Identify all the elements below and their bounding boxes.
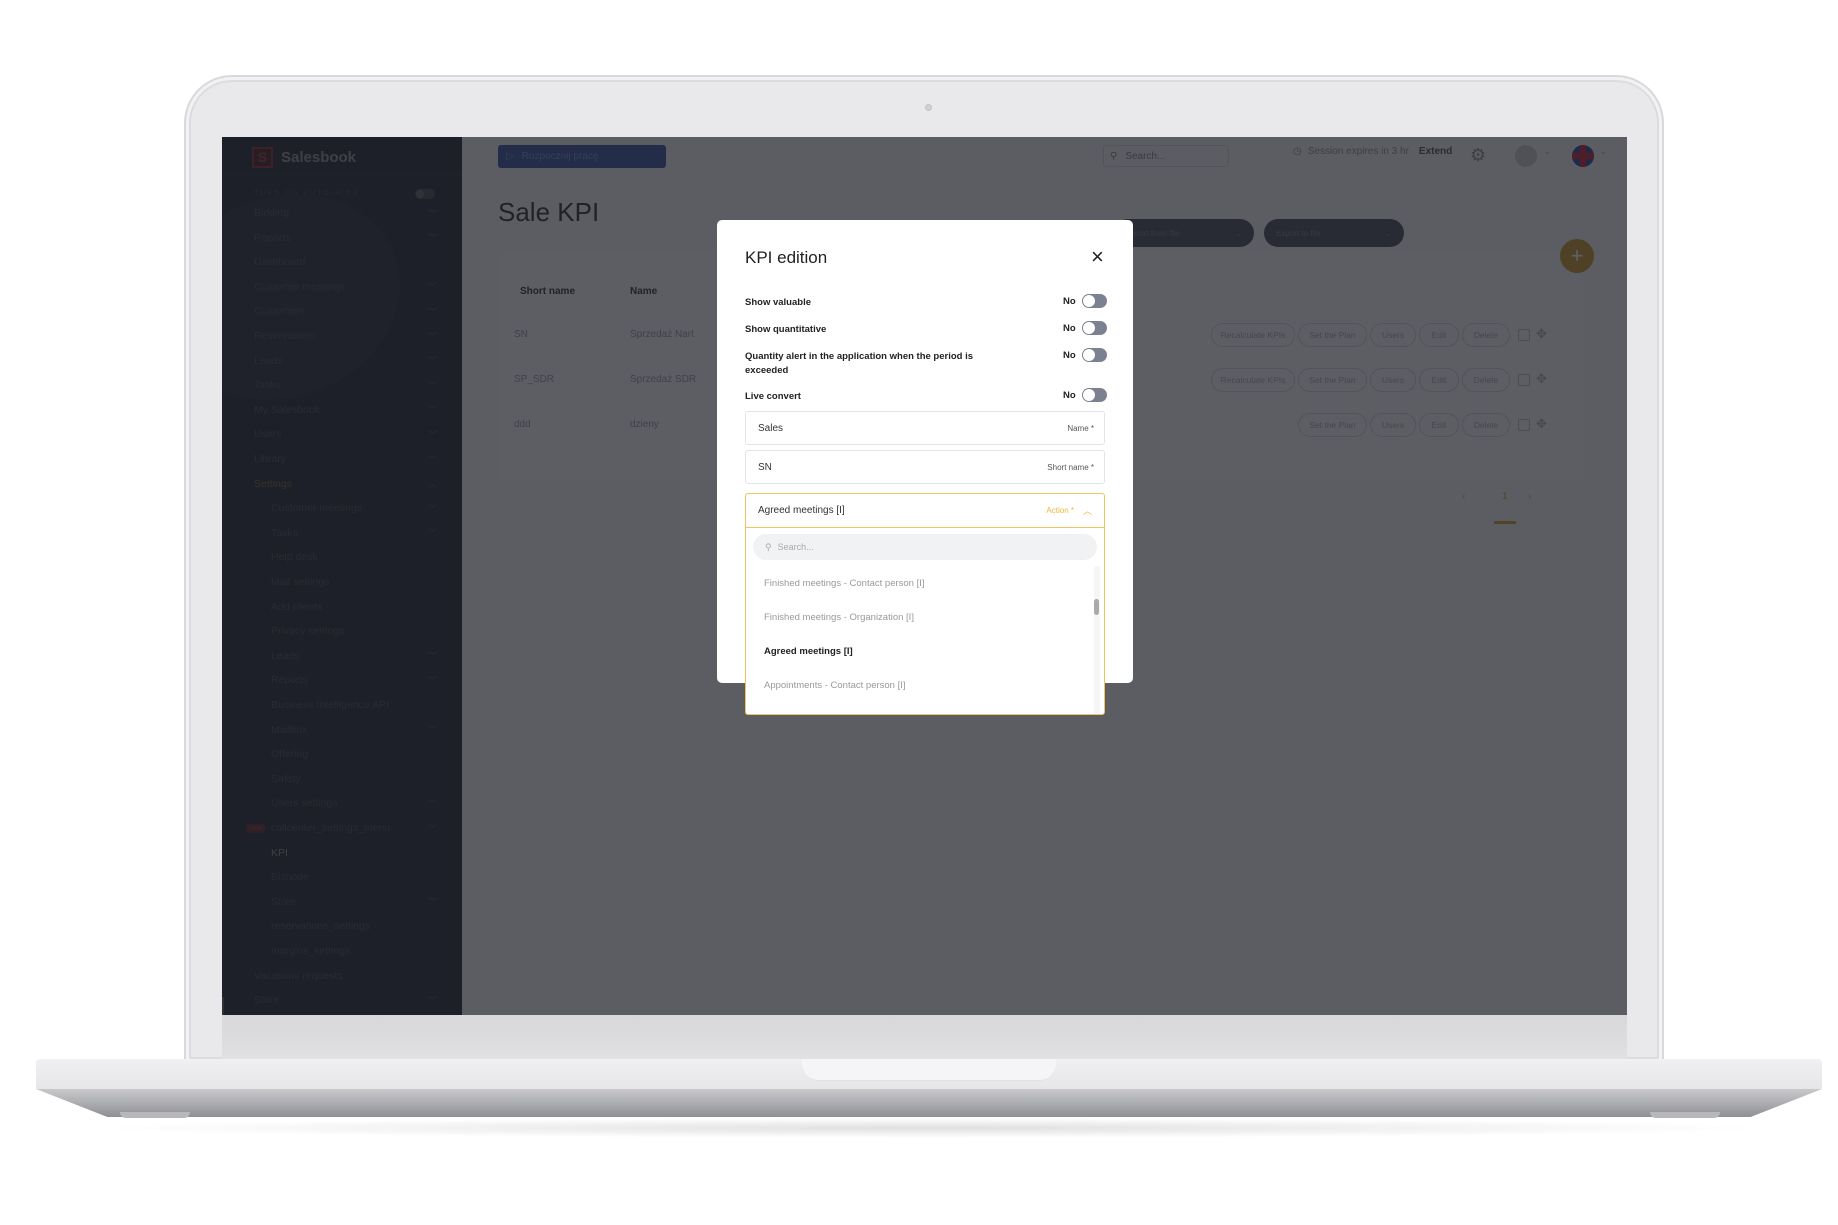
laptop-notch	[802, 1059, 1056, 1081]
option-value: No	[1063, 390, 1076, 401]
close-icon[interactable]: ×	[1091, 246, 1104, 268]
option-quantity-alert: Quantity alert in the application when t…	[745, 348, 1107, 378]
option-label: Quantity alert in the application when t…	[745, 351, 974, 376]
options-scrollbar[interactable]	[1094, 566, 1100, 714]
action-option[interactable]: Agreed meetings [I]	[746, 634, 1104, 668]
option-live-convert: Live convert No	[745, 388, 1107, 404]
option-label: Live convert	[745, 391, 801, 402]
option-value: No	[1063, 323, 1076, 334]
option-value: No	[1063, 296, 1076, 307]
laptop-foot	[1650, 1112, 1720, 1118]
quantity-alert-toggle[interactable]	[1082, 348, 1107, 362]
name-value: Sales	[758, 422, 784, 434]
laptop-chin	[222, 1015, 1627, 1059]
action-option[interactable]: Finished meetings - Organization [I]	[746, 600, 1104, 634]
laptop-base-bottom	[36, 1089, 1822, 1117]
action-select-trigger[interactable]: Agreed meetings [I] Action * ︿	[746, 494, 1104, 528]
chevron-up-icon: ︿	[1082, 506, 1092, 516]
option-label: Show quantitative	[745, 324, 827, 335]
action-options-list: Finished meetings - Contact person [I] Fi…	[746, 566, 1104, 714]
laptop-foot	[120, 1112, 190, 1118]
action-select: Agreed meetings [I] Action * ︿ ⚲ Search.…	[745, 493, 1105, 715]
action-search-input[interactable]: ⚲ Search...	[753, 534, 1097, 560]
option-show-quantitative: Show quantitative No	[745, 321, 1107, 337]
action-option[interactable]: Finished meetings - Contact person [I]	[746, 566, 1104, 600]
laptop-mockup: S Salesbook TURN ON AUTO-HIDE Bidding﹀Re…	[0, 0, 1838, 1225]
show-quantitative-toggle[interactable]	[1082, 321, 1107, 335]
options-scrollbar-thumb[interactable]	[1094, 599, 1099, 615]
name-label: Name *	[1067, 423, 1094, 433]
camera-icon	[925, 104, 932, 111]
short-name-label: Short name *	[1047, 462, 1094, 472]
action-select-label: Action *	[1046, 506, 1074, 515]
show-valuable-toggle[interactable]	[1082, 294, 1107, 308]
option-value: No	[1063, 350, 1076, 361]
laptop-shadow	[80, 1118, 1780, 1138]
search-icon: ⚲	[765, 541, 772, 552]
modal-title: KPI edition	[745, 248, 828, 267]
action-search-placeholder: Search...	[777, 542, 814, 552]
short-name-field[interactable]: SN Short name *	[745, 450, 1105, 484]
short-name-value: SN	[758, 461, 772, 473]
action-select-value: Agreed meetings [I]	[758, 505, 845, 516]
app-screen: S Salesbook TURN ON AUTO-HIDE Bidding﹀Re…	[222, 137, 1627, 1015]
option-show-valuable: Show valuable No	[745, 294, 1107, 310]
live-convert-toggle[interactable]	[1082, 388, 1107, 402]
action-option[interactable]: Appointments - Contact person [I]	[746, 668, 1104, 702]
name-field[interactable]: Sales Name *	[745, 411, 1105, 445]
option-label: Show valuable	[745, 297, 811, 308]
